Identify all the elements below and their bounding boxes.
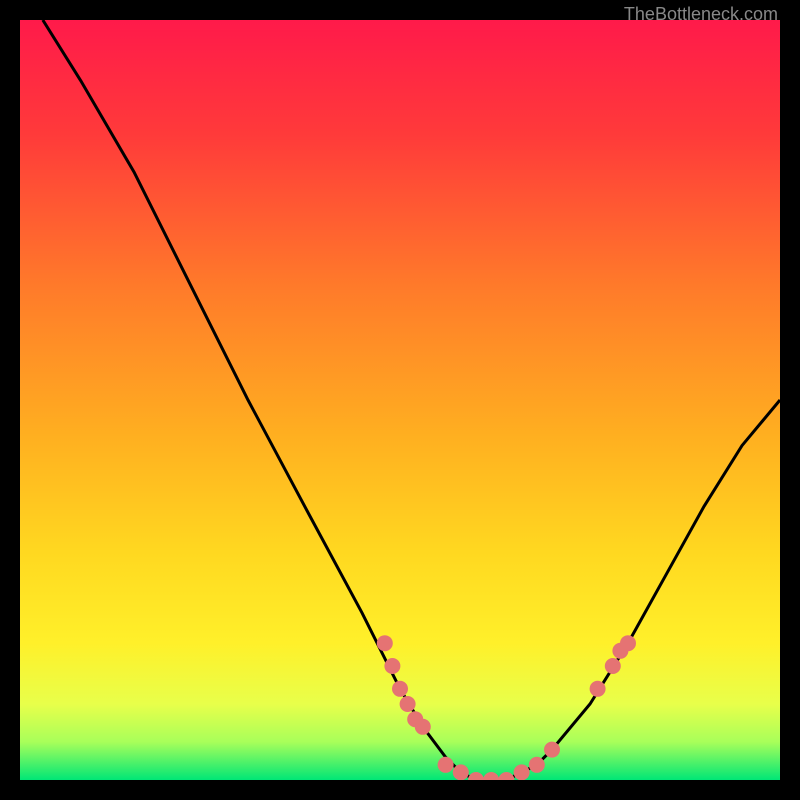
data-point xyxy=(544,742,560,758)
data-point xyxy=(453,764,469,780)
data-point xyxy=(384,658,400,674)
chart-container: TheBottleneck.com xyxy=(0,0,800,800)
data-point xyxy=(529,757,545,773)
data-point xyxy=(514,764,530,780)
data-point xyxy=(400,696,416,712)
data-point xyxy=(590,681,606,697)
data-point xyxy=(415,719,431,735)
chart-svg xyxy=(20,20,780,780)
plot-area xyxy=(20,20,780,780)
watermark-text: TheBottleneck.com xyxy=(624,4,778,25)
data-point xyxy=(438,757,454,773)
data-point xyxy=(620,635,636,651)
data-point xyxy=(605,658,621,674)
data-point xyxy=(377,635,393,651)
data-point xyxy=(392,681,408,697)
